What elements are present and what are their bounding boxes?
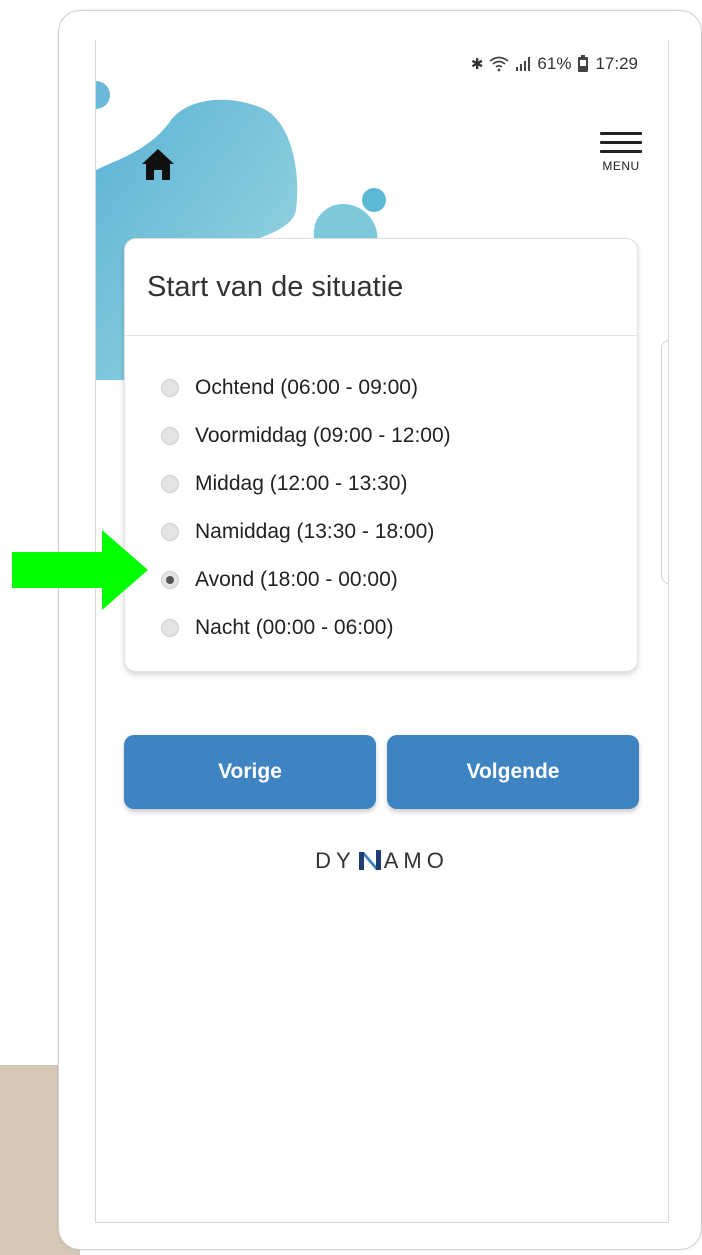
clock: 17:29: [595, 54, 638, 73]
option-middag[interactable]: Middag (12:00 - 13:30): [161, 460, 637, 508]
previous-button[interactable]: Vorige: [124, 735, 376, 809]
logo-n-mark: [358, 850, 381, 870]
bluetooth-icon: ✱: [470, 56, 484, 73]
phone-screen: ✱ 61% 17:29 MENU Start van de situatie O…: [95, 40, 669, 1223]
option-label: Voormiddag (09:00 - 12:00): [195, 424, 451, 447]
radio-button[interactable]: [161, 523, 179, 541]
option-label: Middag (12:00 - 13:30): [195, 472, 408, 495]
time-options: Ochtend (06:00 - 09:00) Voormiddag (09:0…: [125, 336, 637, 652]
hamburger-icon-bar: [600, 150, 642, 153]
battery-icon: [578, 55, 589, 72]
menu-button[interactable]: MENU: [598, 132, 644, 173]
radio-button[interactable]: [161, 379, 179, 397]
dynamo-logo: DY AMO: [96, 848, 668, 874]
logo-text-right: AMO: [383, 848, 449, 873]
signal-icon: [516, 57, 531, 71]
option-label: Nacht (00:00 - 06:00): [195, 616, 394, 639]
home-icon[interactable]: [140, 146, 176, 182]
question-card: Start van de situatie Ochtend (06:00 - 0…: [124, 238, 638, 672]
wifi-icon: [489, 56, 509, 72]
option-avond[interactable]: Avond (18:00 - 00:00): [161, 556, 637, 604]
radio-button[interactable]: [161, 427, 179, 445]
option-namiddag[interactable]: Namiddag (13:30 - 18:00): [161, 508, 637, 556]
option-nacht[interactable]: Nacht (00:00 - 06:00): [161, 604, 637, 652]
option-label: Avond (18:00 - 00:00): [195, 568, 398, 591]
option-ochtend[interactable]: Ochtend (06:00 - 09:00): [161, 364, 637, 412]
hamburger-icon: [600, 132, 642, 135]
option-label: Namiddag (13:30 - 18:00): [195, 520, 435, 543]
hamburger-icon-bar: [600, 141, 642, 144]
menu-label: MENU: [602, 159, 640, 173]
logo-text-left: DY: [315, 848, 356, 873]
radio-button-selected[interactable]: [161, 571, 179, 589]
radio-button[interactable]: [161, 619, 179, 637]
option-voormiddag[interactable]: Voormiddag (09:00 - 12:00): [161, 412, 637, 460]
card-title: Start van de situatie: [125, 239, 637, 336]
green-pointer-arrow: [12, 530, 148, 610]
option-label: Ochtend (06:00 - 09:00): [195, 376, 418, 399]
next-button[interactable]: Volgende: [387, 735, 639, 809]
status-bar: ✱ 61% 17:29: [471, 54, 638, 74]
radio-button[interactable]: [161, 475, 179, 493]
battery-percentage: 61%: [537, 54, 572, 73]
side-drawer-tab[interactable]: [661, 340, 668, 584]
